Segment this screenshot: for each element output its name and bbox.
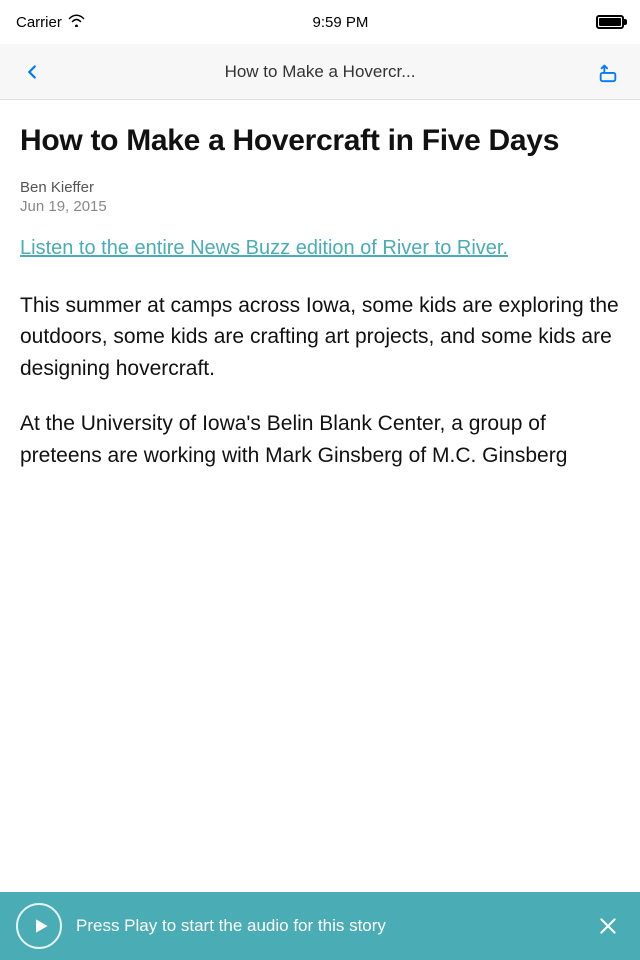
status-bar: Carrier 9:59 PM xyxy=(0,0,640,44)
article-date: Jun 19, 2015 xyxy=(20,198,620,215)
battery-icon xyxy=(596,15,624,29)
carrier-info: Carrier xyxy=(16,14,85,31)
share-button[interactable] xyxy=(588,52,628,92)
battery-fill xyxy=(599,18,621,26)
carrier-label: Carrier xyxy=(16,14,62,31)
nav-title: How to Make a Hovercr... xyxy=(52,62,588,82)
article-meta: Ben Kieffer Jun 19, 2015 xyxy=(20,179,620,215)
status-time: 9:59 PM xyxy=(312,14,368,31)
article-author: Ben Kieffer xyxy=(20,179,620,196)
audio-prompt-text: Press Play to start the audio for this s… xyxy=(62,915,592,937)
article-body: This summer at camps across Iowa, some k… xyxy=(20,290,620,472)
article-title: How to Make a Hovercraft in Five Days xyxy=(20,124,620,159)
body-paragraph-1: This summer at camps across Iowa, some k… xyxy=(20,290,620,385)
audio-play-button[interactable] xyxy=(16,903,62,949)
battery-area xyxy=(596,15,624,29)
back-button[interactable] xyxy=(12,52,52,92)
wifi-icon xyxy=(68,14,85,30)
article-content: How to Make a Hovercraft in Five Days Be… xyxy=(0,100,640,892)
audio-close-button[interactable] xyxy=(592,910,624,942)
article-link[interactable]: Listen to the entire News Buzz edition o… xyxy=(20,235,620,262)
body-paragraph-2: At the University of Iowa's Belin Blank … xyxy=(20,408,620,471)
audio-player-bar: Press Play to start the audio for this s… xyxy=(0,892,640,960)
nav-bar: How to Make a Hovercr... xyxy=(0,44,640,100)
